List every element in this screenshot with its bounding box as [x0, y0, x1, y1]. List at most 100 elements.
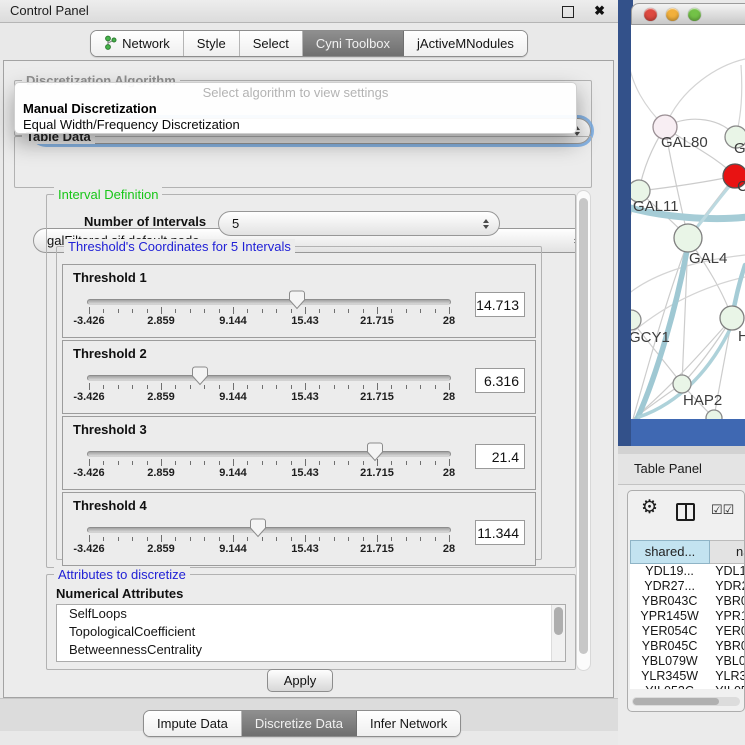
table-row[interactable]: YBR045CYBR045C — [630, 639, 745, 654]
table-hscrollbar-thumb[interactable] — [633, 698, 719, 705]
tab-discretize-data[interactable]: Discretize Data — [242, 711, 357, 736]
checkbox-icons[interactable]: ☑☑ — [711, 502, 734, 518]
cell-name[interactable]: YBR045C — [709, 639, 745, 654]
slider-track[interactable] — [87, 527, 451, 533]
cell-shared-name[interactable]: YBL079W — [630, 654, 709, 669]
list-item[interactable]: BetweennessCentrality — [57, 641, 565, 659]
table-row[interactable]: YER054CYER054C — [630, 624, 745, 639]
tab-impute-data[interactable]: Impute Data — [144, 711, 242, 736]
table-hscrollbar[interactable] — [632, 697, 740, 706]
list-item[interactable]: TopologicalCoefficient — [57, 623, 565, 641]
float-window-icon[interactable] — [562, 6, 574, 18]
slider-track[interactable] — [87, 299, 451, 305]
panel-scrollbar[interactable] — [576, 190, 591, 671]
slider-tick — [118, 309, 119, 313]
threshold-4-slider[interactable]: -3.4262.8599.14415.4321.71528 — [87, 518, 451, 560]
table-body[interactable]: YDL19...YDL19...YDR27...YDR27...YBR043CY… — [630, 564, 745, 689]
column-header-shared[interactable]: shared... — [630, 540, 710, 564]
slider-tick — [118, 461, 119, 465]
threshold-4-value-field[interactable]: 11.344 — [475, 520, 525, 545]
table-row[interactable]: YBR043CYBR043C — [630, 594, 745, 609]
slider-thumb[interactable] — [289, 290, 306, 310]
node-bottom[interactable] — [706, 410, 722, 419]
tab-jactivemnodules[interactable]: jActiveMNodules — [404, 31, 527, 56]
node-GAL4[interactable] — [674, 224, 702, 252]
table-row[interactable]: YDL19...YDL19... — [630, 564, 745, 579]
threshold-2-slider[interactable]: -3.4262.8599.14415.4321.71528 — [87, 366, 451, 408]
tab-style[interactable]: Style — [184, 31, 240, 56]
cell-name[interactable]: YDR27... — [709, 579, 745, 594]
slider-track[interactable] — [87, 451, 451, 457]
table-row[interactable]: YIL052CYIL052C — [630, 684, 745, 689]
apply-button[interactable]: Apply — [267, 669, 333, 692]
dropdown-option-manual-discretization[interactable]: Manual Discretization — [15, 101, 576, 117]
threshold-3-value-field[interactable]: 21.4 — [475, 444, 525, 469]
slider-track[interactable] — [87, 375, 451, 381]
cell-shared-name[interactable]: YBR043C — [630, 594, 709, 609]
cell-shared-name[interactable]: YDL19... — [630, 564, 709, 579]
cell-name[interactable]: YBR043C — [709, 594, 745, 609]
numerical-attributes-list[interactable]: SelfLoops TopologicalCoefficient Between… — [56, 604, 566, 662]
tab-infer-network[interactable]: Infer Network — [357, 711, 460, 736]
table-row[interactable]: YLR345WYLR345W — [630, 669, 745, 684]
top-tabstrip: Network Style Select Cyni Toolbox jActiv… — [0, 23, 618, 60]
panel-scrollbar-thumb[interactable] — [579, 198, 588, 654]
cell-shared-name[interactable]: YDR27... — [630, 579, 709, 594]
list-scrollbar[interactable] — [551, 605, 565, 661]
close-icon[interactable]: ✖ — [594, 3, 605, 18]
list-scrollbar-thumb[interactable] — [554, 607, 563, 635]
slider-thumb[interactable] — [250, 518, 267, 538]
slider-thumb[interactable] — [366, 442, 383, 462]
table-row[interactable]: YPR145WYPR145W — [630, 609, 745, 624]
slider-tick — [276, 461, 277, 465]
node-HAP2[interactable] — [673, 375, 691, 393]
threshold-1-label: Threshold 1 — [73, 270, 147, 285]
dropdown-hint-option[interactable]: Select algorithm to view settings — [15, 85, 576, 101]
threshold-2-value-field[interactable]: 6.316 — [475, 368, 525, 393]
column-browse-icon[interactable] — [676, 503, 695, 521]
threshold-1-slider[interactable]: -3.4262.8599.14415.4321.71528 — [87, 290, 451, 332]
slider-tick-label: 2.859 — [147, 391, 175, 403]
node-table-container: ⚙ ☑☑ shared... name YDL19...YDL19...YDR2… — [627, 490, 745, 712]
list-item[interactable]: SelfLoops — [57, 605, 565, 623]
cell-name[interactable]: YIL052C — [709, 684, 745, 689]
cell-name[interactable]: YPR145W — [709, 609, 745, 624]
table-row[interactable]: YDR27...YDR27... — [630, 579, 745, 594]
slider-tick — [435, 309, 436, 313]
slider-tick — [334, 537, 335, 541]
cell-name[interactable]: YBL079W — [709, 654, 745, 669]
table-row[interactable]: YBL079WYBL079W — [630, 654, 745, 669]
cell-shared-name[interactable]: YLR345W — [630, 669, 709, 684]
cell-shared-name[interactable]: YER054C — [630, 624, 709, 639]
tab-select[interactable]: Select — [240, 31, 303, 56]
dropdown-option-equal-width-frequency[interactable]: Equal Width/Frequency Discretization — [15, 117, 576, 133]
table-panel-titlebar: Table Panel — [618, 454, 745, 485]
cell-shared-name[interactable]: YPR145W — [630, 609, 709, 624]
zoom-traffic-light[interactable] — [688, 8, 701, 21]
column-header-name[interactable]: name — [710, 540, 745, 564]
number-of-intervals-label: Number of Intervals — [84, 214, 206, 229]
slider-tick — [118, 385, 119, 389]
gear-icon[interactable]: ⚙ — [641, 495, 658, 521]
cell-name[interactable]: YLR345W — [709, 669, 745, 684]
tab-cyni-toolbox[interactable]: Cyni Toolbox — [303, 31, 404, 56]
top-tab-segment-control: Network Style Select Cyni Toolbox jActiv… — [90, 30, 528, 57]
node-H[interactable] — [720, 306, 744, 330]
slider-tick — [363, 309, 364, 313]
number-of-intervals-spinner[interactable]: 5 — [218, 211, 500, 236]
cell-shared-name[interactable]: YBR045C — [630, 639, 709, 654]
minimize-traffic-light[interactable] — [666, 8, 679, 21]
cell-name[interactable]: YER054C — [709, 624, 745, 639]
tab-network[interactable]: Network — [91, 31, 184, 56]
slider-tick — [89, 459, 90, 466]
slider-thumb[interactable] — [191, 366, 208, 386]
network-window-titlebar[interactable] — [631, 3, 745, 25]
threshold-1-value-field[interactable]: 14.713 — [475, 292, 525, 317]
slider-tick — [147, 309, 148, 313]
close-traffic-light[interactable] — [644, 8, 657, 21]
network-canvas[interactable]: GAL80GCGAL11GAL4GCY1HHAP2 — [631, 25, 745, 419]
threshold-3-slider[interactable]: -3.4262.8599.14415.4321.71528 — [87, 442, 451, 484]
numerical-attributes-label: Numerical Attributes — [56, 586, 183, 601]
cell-shared-name[interactable]: YIL052C — [630, 684, 709, 689]
cell-name[interactable]: YDL19... — [709, 564, 745, 579]
